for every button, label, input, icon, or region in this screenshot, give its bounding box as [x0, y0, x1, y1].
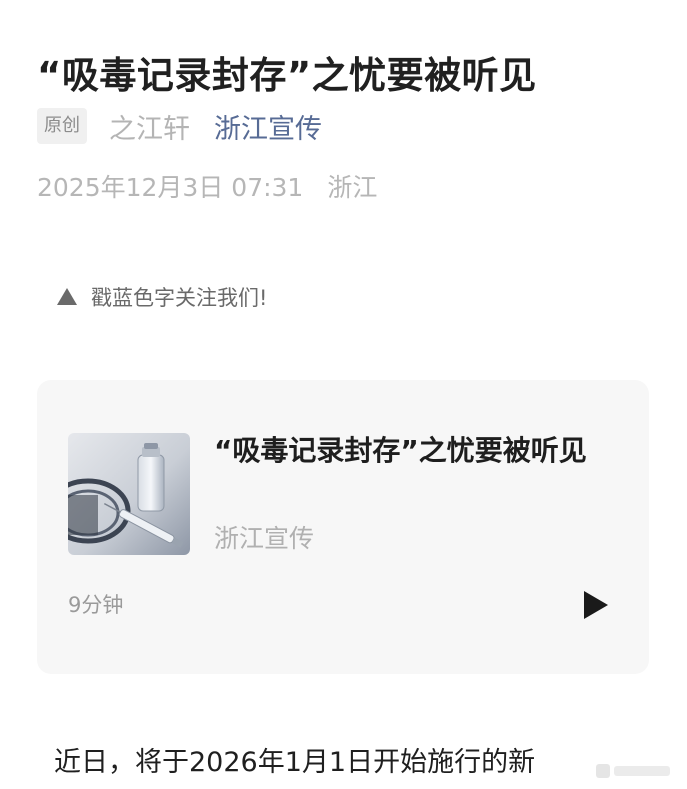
audio-card[interactable]: “吸毒记录封存”之忧要被听见 浙江宣传 9分钟	[37, 380, 649, 674]
author-name: 之江轩	[109, 113, 190, 145]
follow-hint: 戳蓝色字关注我们!	[57, 281, 267, 313]
publish-location: 浙江	[327, 173, 378, 202]
article-meta: 原创 之江轩 浙江宣传	[37, 106, 322, 146]
article-body-first-line: 近日，将于2026年1月1日开始施行的新	[54, 747, 536, 778]
audio-cover-image	[68, 433, 190, 555]
publish-date: 2025年12月3日 07:31	[37, 173, 304, 202]
audio-duration: 9分钟	[68, 593, 124, 617]
play-icon[interactable]	[582, 589, 610, 621]
triangle-up-icon	[57, 287, 77, 305]
audio-source: 浙江宣传	[214, 524, 315, 553]
publish-info: 2025年12月3日 07:31 浙江	[37, 166, 377, 206]
original-badge: 原创	[37, 108, 87, 144]
follow-hint-text: 戳蓝色字关注我们!	[91, 286, 268, 310]
account-link[interactable]: 浙江宣传	[214, 107, 322, 146]
watermark-logo	[596, 760, 676, 782]
article-title: “吸毒记录封存”之忧要被听见	[37, 53, 537, 97]
audio-title: “吸毒记录封存”之忧要被听见	[214, 434, 587, 467]
